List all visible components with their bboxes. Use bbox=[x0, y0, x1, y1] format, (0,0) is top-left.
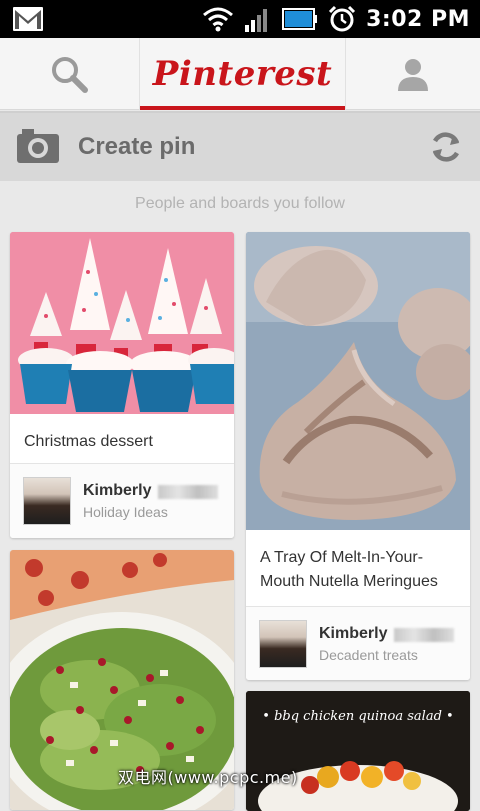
avatar bbox=[23, 477, 71, 525]
owner-board: Decadent treats bbox=[319, 647, 418, 663]
owner-name: Kimberly bbox=[319, 625, 388, 642]
pin-description: Christmas dessert bbox=[24, 433, 153, 450]
camera-icon bbox=[17, 129, 59, 163]
pin-description: A Tray Of Melt-In-Your-Mouth Nutella Mer… bbox=[260, 549, 438, 590]
pin-owner[interactable]: Kimberly Holiday Ideas bbox=[10, 463, 234, 538]
signal-icon bbox=[245, 9, 268, 32]
top-nav-bar: Pinterest bbox=[0, 38, 480, 110]
owner-surname-redacted bbox=[394, 628, 454, 642]
meringue-image bbox=[246, 232, 470, 530]
pin-owner[interactable]: Kimberly Decadent treats bbox=[246, 606, 470, 680]
status-time: 3:02 PM bbox=[366, 6, 470, 32]
pin-image[interactable] bbox=[246, 232, 470, 530]
tab-profile[interactable] bbox=[346, 38, 480, 110]
tab-home[interactable]: Pinterest bbox=[139, 38, 346, 110]
create-pin-bar[interactable]: Create pin bbox=[0, 111, 480, 181]
section-title: People and boards you follow bbox=[135, 195, 345, 212]
status-bar: 3:02 PM bbox=[0, 0, 480, 38]
owner-name: Kimberly bbox=[83, 482, 152, 499]
refresh-icon[interactable] bbox=[428, 129, 464, 165]
alarm-icon bbox=[329, 5, 356, 32]
pin-image-caption: • bbq chicken quinoa salad • bbox=[262, 709, 454, 724]
owner-board: Holiday Ideas bbox=[83, 504, 168, 520]
owner-surname-redacted bbox=[158, 485, 218, 499]
gmail-icon bbox=[13, 7, 43, 31]
pinterest-logo: Pinterest bbox=[152, 54, 333, 94]
pin-image[interactable] bbox=[10, 232, 234, 414]
wifi-icon bbox=[203, 7, 234, 32]
search-icon bbox=[52, 57, 88, 93]
avatar bbox=[259, 620, 307, 668]
pin-card[interactable]: • bbq chicken quinoa salad • bbox=[246, 691, 470, 811]
watermark: 双电网(www.pcpc.me) bbox=[118, 768, 298, 787]
battery-icon bbox=[282, 8, 318, 30]
create-pin-label: Create pin bbox=[78, 133, 196, 160]
pin-card[interactable]: Christmas dessert Kimberly Holiday Ideas bbox=[10, 232, 234, 538]
tab-search[interactable] bbox=[0, 38, 138, 110]
pin-card[interactable]: A Tray Of Melt-In-Your-Mouth Nutella Mer… bbox=[246, 232, 470, 680]
cupcakes-image bbox=[10, 232, 234, 414]
profile-icon bbox=[398, 59, 428, 91]
pin-image[interactable]: • bbq chicken quinoa salad • bbox=[246, 691, 470, 811]
